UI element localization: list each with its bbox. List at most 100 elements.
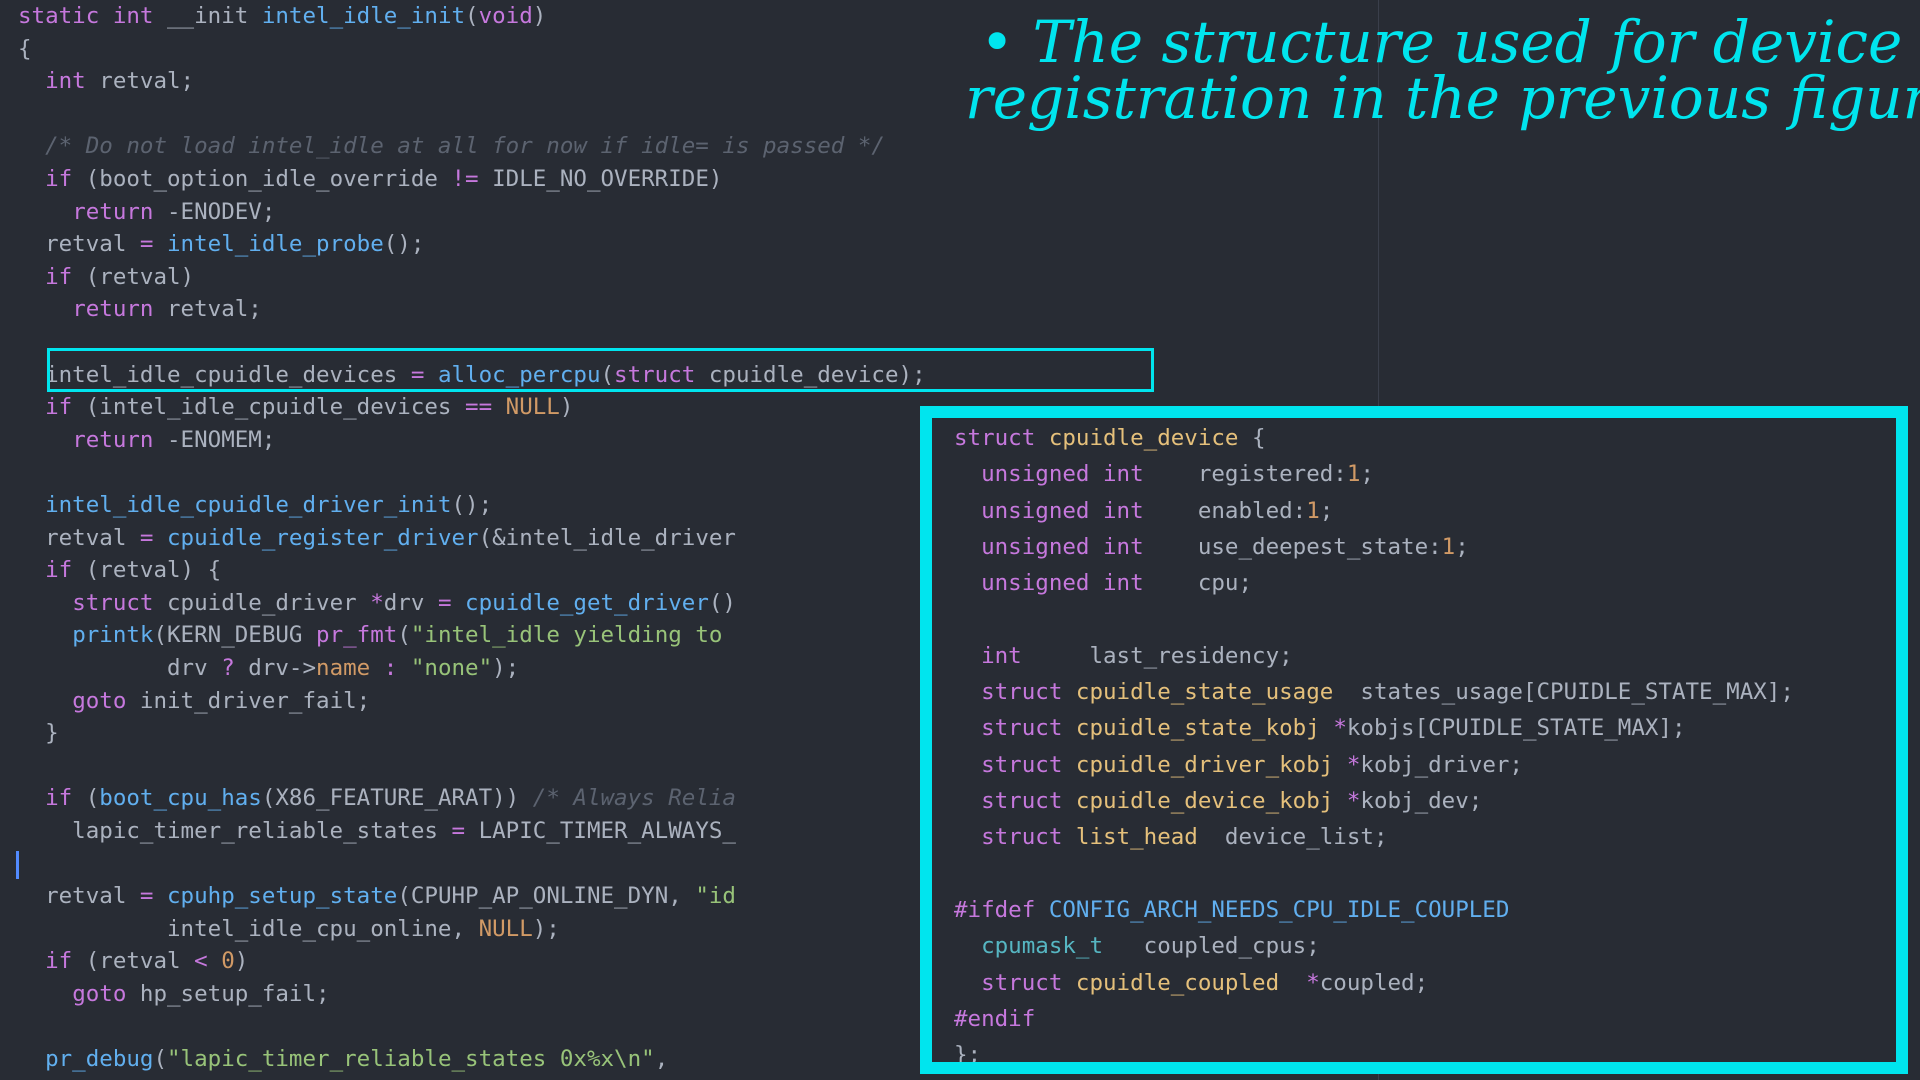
code-token: cpuidle_coupled: [1075, 969, 1280, 996]
code-token: coupled;: [1319, 969, 1429, 996]
code-token: intel_idle_cpuidle_driver_init: [45, 492, 452, 518]
code-token: (retval): [72, 263, 195, 290]
code-line: retval = intel_idle_probe();: [18, 228, 424, 261]
code-line: struct cpuidle_driver_kobj *kobj_driver;: [954, 747, 1523, 783]
code-token: =: [139, 883, 154, 910]
code-line: retval = cpuidle_register_driver(&intel_…: [18, 522, 736, 555]
code-token: struct: [981, 824, 1063, 851]
code-token: (): [708, 589, 736, 616]
code-line: retval = cpuhp_setup_state(CPUHP_AP_ONLI…: [18, 880, 736, 913]
code-token: unsigned int: [981, 570, 1144, 597]
code-token: retval: [18, 524, 140, 551]
code-token: (KERN_DEBUG: [153, 622, 317, 649]
code-token: cpuidle_state_usage: [1075, 679, 1334, 706]
code-token: ();: [451, 492, 493, 518]
code-token: {: [18, 35, 32, 62]
code-line: pr_debug("lapic_timer_reliable_states 0x…: [18, 1043, 668, 1076]
code-token: struct: [981, 715, 1063, 742]
code-token: if: [45, 948, 73, 975]
code-token: "intel_idle yielding to: [410, 622, 723, 649]
code-line: };: [954, 1037, 982, 1069]
code-token: cpuidle_device: [1048, 425, 1239, 451]
code-line: return retval;: [18, 293, 262, 326]
code-line: #endif: [954, 1001, 1035, 1037]
code-line: /* Do not load intel_idle at all for now…: [18, 130, 885, 163]
code-token: printk: [72, 622, 154, 649]
code-token: pr_debug: [45, 1046, 154, 1073]
code-token: __init: [167, 3, 262, 29]
code-token: ();: [383, 231, 425, 258]
code-token: intel_idle_cpu_online,: [18, 915, 479, 942]
code-token: kobj_dev;: [1360, 788, 1483, 814]
code-token: :: [383, 655, 398, 681]
code-token: states_usage[CPUIDLE_STATE_MAX];: [1333, 679, 1794, 706]
code-line: goto init_driver_fail;: [18, 685, 370, 718]
code-line: }: [18, 717, 59, 750]
code-token: (: [465, 3, 479, 29]
code-token: enabled:: [1143, 497, 1307, 524]
code-token: retval;: [85, 68, 195, 95]
code-token: struct: [981, 969, 1063, 996]
code-token: unsigned int: [981, 461, 1144, 488]
code-token: static int: [18, 3, 168, 29]
code-token: struct: [981, 679, 1063, 706]
code-line: unsigned int use_deepest_state:1;: [954, 529, 1469, 565]
code-token: cpuidle_get_driver: [465, 589, 709, 616]
code-line: struct cpuidle_device_kobj *kobj_dev;: [954, 783, 1482, 819]
code-token: {: [1238, 425, 1266, 451]
code-token: boot_cpu_has: [99, 785, 262, 812]
code-token: #endif: [954, 1005, 1036, 1032]
code-token: cpu;: [1143, 570, 1253, 597]
code-token: 1: [1441, 533, 1456, 560]
code-token: (CPUHP_AP_ONLINE_DYN,: [397, 883, 696, 910]
code-token: NULL: [478, 915, 533, 942]
code-token: cpuidle_state_kobj: [1075, 715, 1320, 742]
text-cursor: [16, 851, 19, 879]
code-token: };: [954, 1042, 982, 1069]
code-line: static int __init intel_idle_init(void): [18, 0, 546, 33]
code-token: int: [45, 68, 86, 95]
code-line: drv ? drv->name : "none");: [18, 652, 519, 685]
code-token: *: [1346, 788, 1361, 814]
code-token: int: [981, 642, 1022, 669]
code-token: list_head: [1075, 824, 1198, 851]
code-token: *: [370, 589, 384, 616]
code-token: NULL: [505, 394, 560, 421]
code-token: cpuhp_setup_state: [167, 883, 398, 910]
code-token: );: [492, 655, 520, 681]
code-token: <: [194, 948, 208, 975]
code-token: retval: [18, 231, 140, 258]
code-token: =: [437, 589, 452, 616]
code-line: return -ENOMEM;: [18, 424, 275, 457]
code-token: registered:: [1143, 461, 1347, 488]
annotation-line-2: registration in the previous figure.: [965, 64, 1920, 132]
code-token: 1: [1346, 461, 1361, 488]
code-token: #ifdef: [954, 896, 1036, 923]
code-token: void: [478, 3, 533, 29]
code-token: name: [316, 655, 371, 681]
code-token: unsigned int: [981, 497, 1144, 524]
